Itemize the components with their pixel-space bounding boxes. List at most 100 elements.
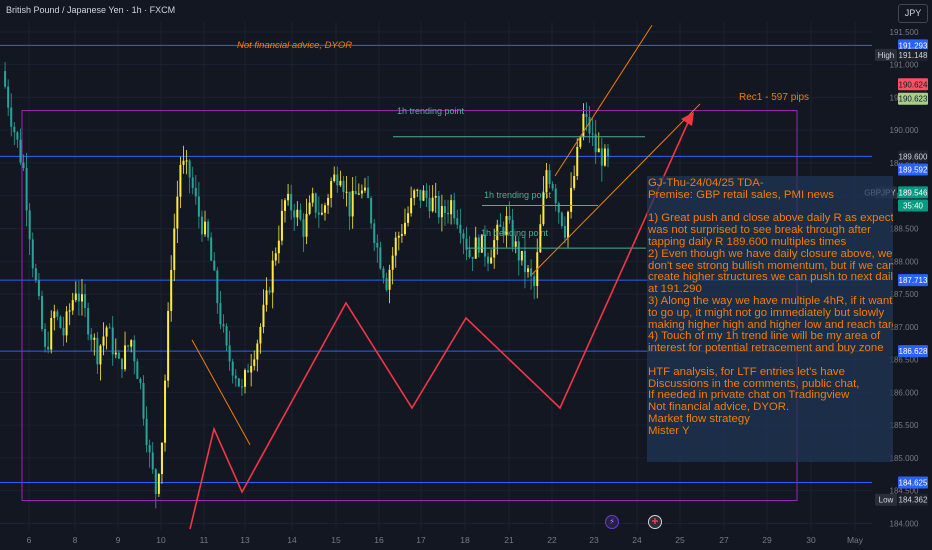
candle-body bbox=[597, 148, 600, 153]
x-tick-label: 6 bbox=[27, 535, 32, 545]
candle-body bbox=[77, 293, 80, 302]
candle-body bbox=[557, 203, 560, 213]
candle-body bbox=[274, 253, 277, 261]
candle-body bbox=[327, 197, 330, 206]
candle-body bbox=[354, 190, 357, 195]
candle-body bbox=[385, 278, 388, 290]
candle-body bbox=[403, 222, 406, 235]
candle-body bbox=[170, 269, 173, 311]
trend-point-label[interactable]: 1h trending point bbox=[481, 228, 548, 238]
y-tick-label: 188.000 bbox=[890, 257, 919, 266]
candle-body bbox=[520, 250, 523, 261]
candle-body bbox=[336, 174, 339, 186]
x-tick-label: 27 bbox=[719, 535, 729, 545]
x-tick-label: 24 bbox=[632, 535, 642, 545]
candle-body bbox=[108, 327, 111, 329]
trend-point-label[interactable]: 1h trending point bbox=[397, 106, 464, 116]
candle-body bbox=[127, 345, 130, 347]
candle-body bbox=[210, 237, 213, 261]
candle-body bbox=[407, 213, 410, 223]
currency-button[interactable]: JPY bbox=[898, 4, 928, 23]
candle-body bbox=[434, 195, 437, 198]
x-tick-label: 23 bbox=[589, 535, 599, 545]
candles-layer bbox=[4, 61, 609, 509]
candle-body bbox=[397, 235, 400, 238]
x-tick-label: May bbox=[847, 535, 864, 545]
candle-body bbox=[284, 200, 287, 211]
candle-body bbox=[90, 334, 93, 340]
candle-body bbox=[570, 187, 573, 212]
candle-body bbox=[311, 193, 314, 203]
y-tick-label: 187.500 bbox=[890, 290, 919, 299]
rec-label-annotation[interactable]: Rec1 - 597 pips bbox=[739, 92, 809, 103]
candle-body bbox=[585, 113, 588, 117]
candle-body bbox=[16, 132, 19, 140]
y-tick-label: 191.500 bbox=[890, 28, 919, 37]
x-tick-label: 10 bbox=[156, 535, 166, 545]
note-line: interest for potential retracement and b… bbox=[648, 342, 884, 355]
candle-body bbox=[262, 304, 265, 327]
candle-body bbox=[351, 190, 354, 217]
flag-event-icon[interactable]: ✚ bbox=[648, 515, 662, 529]
candle-body bbox=[99, 345, 102, 365]
disclaimer-annotation[interactable]: Not financial advice, DYOR bbox=[237, 40, 352, 51]
candle-body bbox=[234, 375, 237, 379]
candle-body bbox=[237, 378, 240, 387]
candle-body bbox=[68, 310, 71, 312]
candle-body bbox=[130, 340, 133, 347]
candle-body bbox=[213, 260, 216, 271]
candle-body bbox=[133, 340, 136, 362]
candle-body bbox=[240, 386, 243, 388]
candle-body bbox=[28, 210, 31, 240]
candle-body bbox=[142, 382, 145, 419]
candle-body bbox=[247, 370, 250, 373]
candle-body bbox=[148, 445, 151, 453]
candle-body bbox=[256, 343, 259, 360]
candle-body bbox=[164, 380, 167, 443]
candle-body bbox=[367, 187, 370, 199]
candle-body bbox=[563, 226, 566, 238]
trend-point-label[interactable]: 1h trending point bbox=[484, 190, 551, 200]
x-tick-label: 16 bbox=[374, 535, 384, 545]
candle-body bbox=[376, 243, 379, 248]
price-tag-value: 190.623 bbox=[899, 95, 928, 104]
lightning-event-icon[interactable]: ⚡ bbox=[605, 515, 619, 529]
candle-body bbox=[222, 324, 225, 327]
candle-body bbox=[194, 187, 197, 197]
candle-body bbox=[527, 268, 530, 273]
candle-body bbox=[87, 308, 90, 335]
candle-body bbox=[160, 442, 163, 475]
note-line bbox=[648, 355, 893, 367]
candle-body bbox=[13, 126, 16, 133]
candle-body bbox=[493, 240, 496, 258]
candle-body bbox=[200, 216, 203, 235]
candle-body bbox=[105, 327, 108, 337]
candle-body bbox=[71, 300, 74, 311]
candle-body bbox=[440, 206, 443, 218]
x-tick-label: 9 bbox=[116, 535, 121, 545]
candle-body bbox=[416, 189, 419, 191]
candle-body bbox=[287, 193, 290, 201]
x-tick-label: 11 bbox=[200, 535, 209, 545]
price-tag-value: 189.592 bbox=[899, 165, 928, 174]
candle-body bbox=[93, 337, 96, 340]
price-tag-caption: High bbox=[878, 51, 894, 60]
projection-path bbox=[189, 117, 691, 530]
candle-body bbox=[50, 317, 53, 350]
analysis-note[interactable]: GJ-Thu-24/04/25 TDA- Premise: GBP retail … bbox=[647, 176, 893, 462]
candle-body bbox=[339, 180, 342, 186]
candle-body bbox=[56, 311, 59, 317]
candle-body bbox=[450, 200, 453, 215]
candle-body bbox=[216, 270, 219, 304]
candle-body bbox=[456, 218, 459, 225]
candle-body bbox=[447, 212, 450, 215]
candle-body bbox=[179, 164, 182, 197]
y-tick-label: 188.500 bbox=[890, 224, 919, 233]
candle-body bbox=[302, 219, 305, 237]
candle-body bbox=[259, 326, 262, 344]
candle-body bbox=[348, 191, 351, 217]
candle-body bbox=[197, 196, 200, 217]
candle-body bbox=[231, 361, 234, 376]
symbol-title[interactable]: British Pound / Japanese Yen · 1h · FXCM bbox=[6, 5, 175, 15]
candle-body bbox=[499, 224, 502, 227]
